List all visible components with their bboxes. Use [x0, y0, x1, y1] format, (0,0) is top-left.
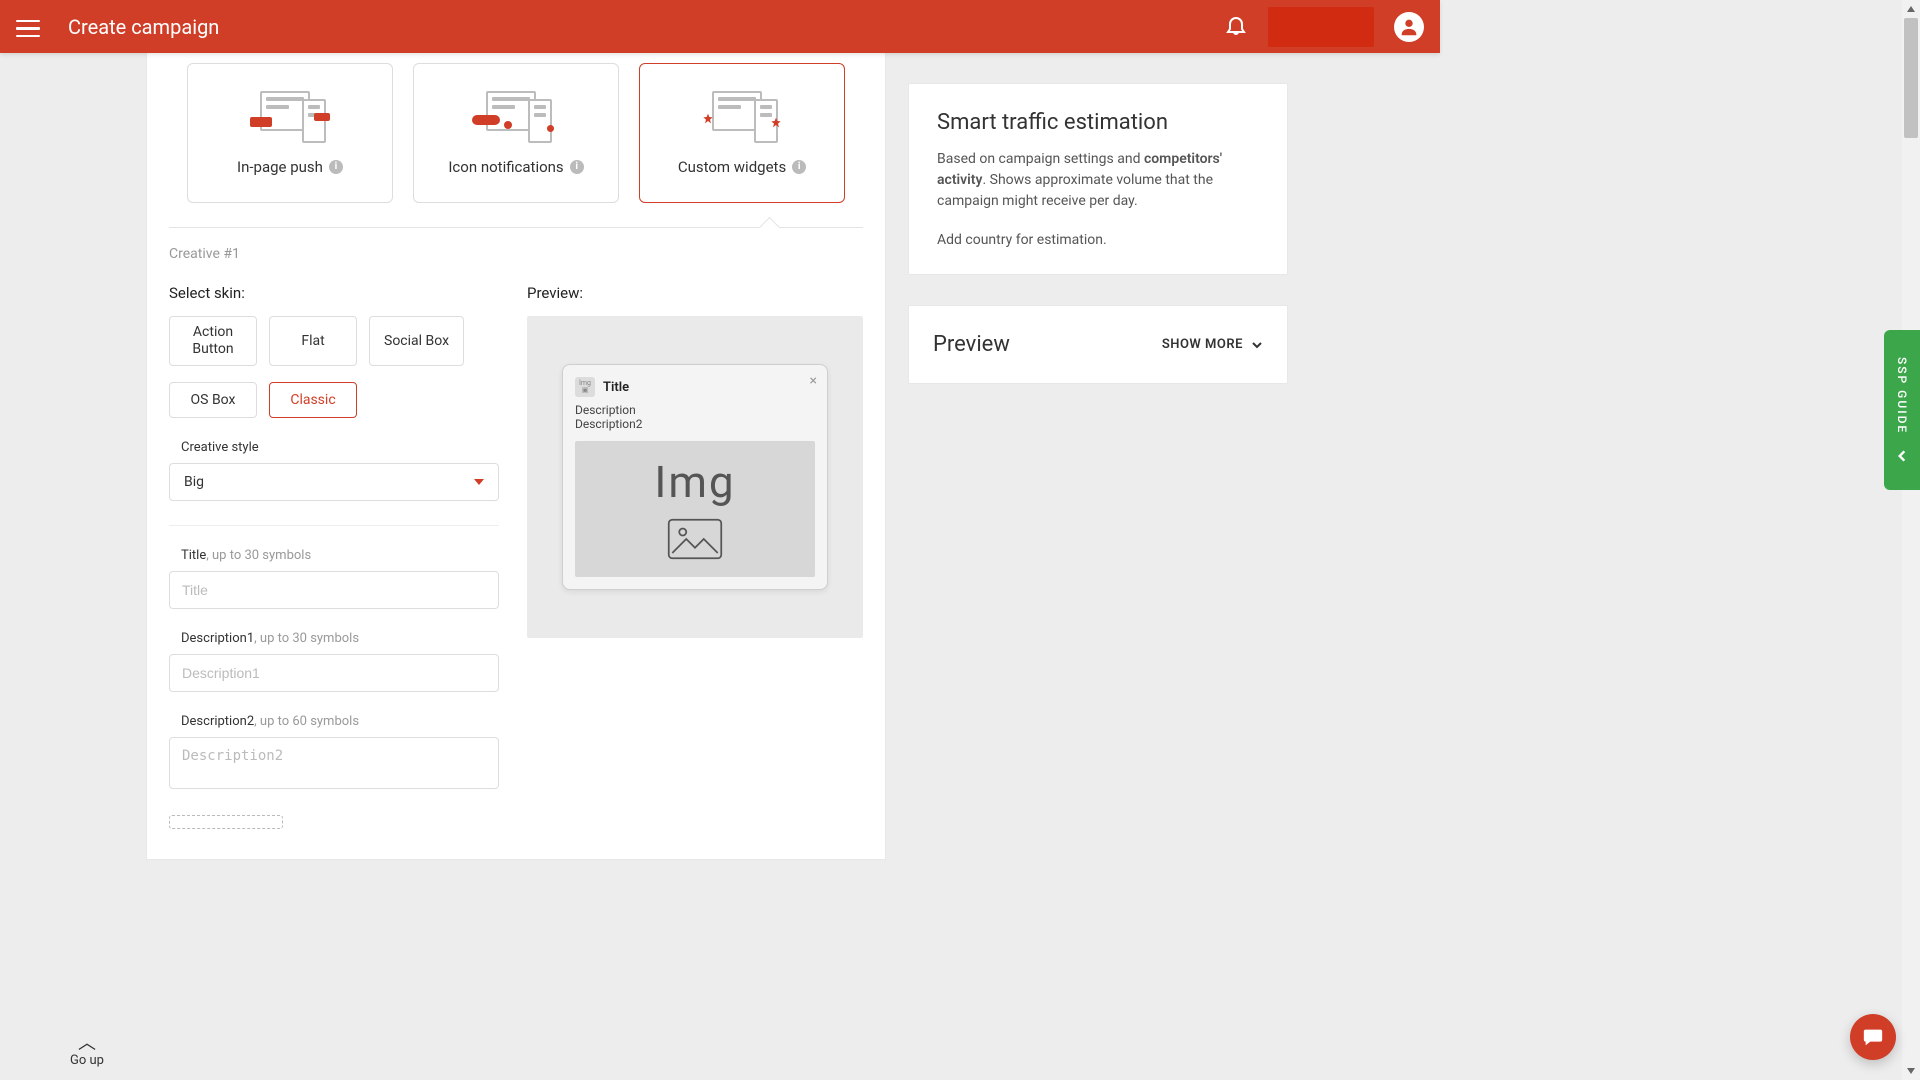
estimation-text: Based on campaign settings and competito… — [937, 149, 1259, 212]
chevron-left-icon — [1895, 449, 1909, 463]
header-action-button[interactable] — [1268, 7, 1374, 47]
hamburger-menu-icon[interactable] — [16, 15, 40, 39]
description1-input[interactable] — [169, 654, 499, 692]
sidebar-preview-title: Preview — [933, 332, 1010, 357]
notifications-bell-icon[interactable] — [1224, 13, 1248, 41]
info-icon[interactable]: i — [570, 160, 584, 174]
creative-style-label: Creative style — [181, 440, 499, 455]
skin-option-action-button[interactable]: ActionButton — [169, 316, 257, 366]
format-card-label: Custom widgets — [678, 158, 786, 176]
format-card-custom-widgets[interactable]: Custom widgets i — [639, 63, 845, 203]
estimation-sub: Add country for estimation. — [937, 232, 1259, 248]
estimation-card: Smart traffic estimation Based on campai… — [908, 83, 1288, 275]
description1-field-hint: , up to 30 symbols — [254, 631, 359, 646]
widget-preview: × Img▣ Title Description Description2 Im… — [562, 364, 828, 590]
preview-stage: × Img▣ Title Description Description2 Im… — [527, 316, 863, 638]
format-card-label: In-page push — [237, 158, 323, 176]
preview-label: Preview: — [527, 284, 863, 302]
description2-field-label: Description2 — [181, 714, 254, 729]
page-title: Create campaign — [68, 15, 219, 39]
title-field-label: Title — [181, 548, 206, 563]
page-scrollbar[interactable] — [1902, 0, 1920, 1080]
user-avatar-icon[interactable] — [1394, 12, 1424, 42]
sidebar-preview-card: Preview SHOW MORE — [908, 305, 1288, 384]
description1-field-label: Description1 — [181, 631, 254, 646]
format-card-icon-notifications[interactable]: Icon notifications i — [413, 63, 619, 203]
chat-icon — [1862, 1026, 1884, 1048]
creative-style-select[interactable]: Big — [169, 463, 499, 501]
creative-style-value: Big — [184, 474, 204, 490]
image-dropzone[interactable] — [169, 815, 283, 829]
show-more-toggle[interactable]: SHOW MORE — [1162, 337, 1263, 352]
chevron-down-icon — [474, 479, 484, 485]
select-skin-label: Select skin: — [169, 284, 499, 302]
chat-button[interactable] — [1850, 1014, 1896, 1060]
close-icon[interactable]: × — [810, 373, 817, 389]
preview-thumbnail-icon: Img▣ — [575, 377, 595, 397]
title-field-hint: , up to 30 symbols — [206, 548, 311, 563]
chevron-up-icon: ︿ — [70, 1035, 104, 1053]
campaign-form-panel: In-page push i — [146, 53, 886, 860]
skin-option-social-box[interactable]: Social Box — [369, 316, 464, 366]
preview-description1: Description — [575, 403, 815, 417]
preview-description2: Description2 — [575, 417, 815, 431]
skin-option-classic[interactable]: Classic — [269, 382, 357, 418]
chevron-down-icon — [1251, 339, 1263, 351]
skin-option-flat[interactable]: Flat — [269, 316, 357, 366]
go-up-button[interactable]: ︿ Go up — [70, 1035, 104, 1068]
info-icon[interactable]: i — [792, 160, 806, 174]
preview-title-text: Title — [603, 380, 629, 395]
description2-input[interactable] — [169, 737, 499, 789]
description2-field-hint: , up to 60 symbols — [254, 714, 359, 729]
format-card-label: Icon notifications — [448, 158, 563, 176]
format-card-in-page-push[interactable]: In-page push i — [187, 63, 393, 203]
info-icon[interactable]: i — [329, 160, 343, 174]
ssp-guide-tab[interactable]: SSP GUIDE — [1884, 330, 1920, 490]
app-header: Create campaign — [0, 0, 1440, 53]
preview-image-placeholder: Img — [575, 441, 815, 577]
estimation-title: Smart traffic estimation — [937, 110, 1259, 135]
skin-option-os-box[interactable]: OS Box — [169, 382, 257, 418]
title-input[interactable] — [169, 571, 499, 609]
